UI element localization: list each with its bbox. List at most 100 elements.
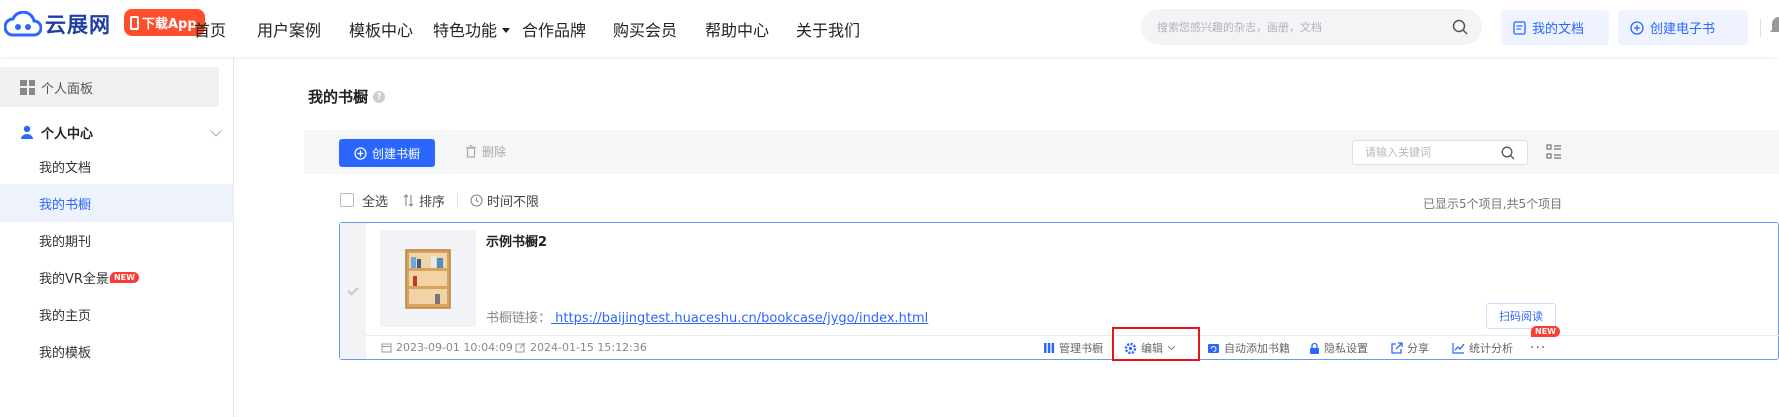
auto-add-icon: [1208, 343, 1219, 353]
bookshelf-icon: [405, 248, 451, 309]
manage-bookcase-action[interactable]: 管理书橱: [1043, 340, 1103, 356]
search-icon[interactable]: [1452, 19, 1468, 35]
sidebar-item-label: 我的VR全景: [39, 271, 109, 287]
sidebar-item-my-vr[interactable]: 我的VR全景 NEW: [0, 258, 233, 296]
auto-add-books-label: 自动添加书籍: [1224, 342, 1290, 355]
card-footer: 2023-09-01 10:04:09 2024-01-15 15:12:36 …: [366, 326, 1779, 361]
clock-icon: [470, 193, 483, 207]
nav-membership[interactable]: 购买会员: [613, 17, 677, 41]
create-bookcase-label: 创建书橱: [371, 146, 420, 161]
created-date: 2023-09-01 10:04:09: [381, 341, 513, 354]
bell-icon[interactable]: [1770, 15, 1779, 35]
site-search-input[interactable]: [1157, 9, 1437, 45]
dashboard-icon: [20, 79, 35, 95]
delete-button[interactable]: 删除: [465, 143, 506, 160]
nav-brands[interactable]: 合作品牌: [522, 17, 586, 41]
sidebar-item-label: 我的主页: [39, 308, 92, 324]
select-all-label[interactable]: 全选: [362, 191, 388, 210]
nav-features[interactable]: 特色功能: [433, 17, 511, 41]
sidebar-panel-label: 个人面板: [41, 81, 94, 97]
nav-home[interactable]: 首页: [194, 17, 226, 41]
nav-about[interactable]: 关于我们: [796, 17, 860, 41]
check-icon: [347, 283, 359, 296]
sort-icon[interactable]: [403, 193, 415, 207]
list-view-icon[interactable]: [1546, 144, 1562, 160]
sidebar-group-personal-center[interactable]: 个人中心: [20, 121, 222, 143]
nav-features-label: 特色功能: [433, 21, 498, 40]
my-docs-label: 我的文档: [1532, 22, 1585, 37]
privacy-settings-label: 隐私设置: [1324, 342, 1368, 355]
create-bookcase-button[interactable]: 创建书橱: [339, 139, 435, 167]
created-date-text: 2023-09-01 10:04:09: [396, 341, 513, 354]
filter-divider: [457, 193, 459, 207]
trash-icon: [466, 145, 476, 158]
statistics-action[interactable]: 统计分析: [1452, 340, 1513, 356]
share-action[interactable]: 分享: [1390, 340, 1429, 356]
help-icon[interactable]: ?: [373, 90, 386, 103]
edit-note-icon: [515, 342, 526, 353]
card-checkbox[interactable]: [340, 223, 366, 359]
sidebar-item-label: 我的模板: [39, 345, 92, 361]
more-actions-icon[interactable]: ...: [1530, 336, 1546, 352]
item-summary: 已显示5个项目,共5个项目: [1423, 197, 1563, 211]
sidebar-item-my-docs[interactable]: 我的文档: [0, 147, 233, 185]
edit-action[interactable]: 编辑: [1124, 340, 1176, 356]
updated-date: 2024-01-15 15:12:36: [515, 341, 647, 354]
sidebar-item-label: 我的期刊: [39, 234, 92, 250]
sidebar-item-label: 我的书橱: [39, 197, 92, 213]
sidebar: 个人面板 个人中心 我的文档 我的书橱 我的期刊 我的VR全景 NEW 我的主页…: [0, 57, 234, 417]
sidebar-center-label: 个人中心: [41, 126, 94, 142]
select-all-checkbox[interactable]: [340, 193, 354, 207]
auto-add-books-action[interactable]: 自动添加书籍: [1207, 340, 1290, 356]
chevron-down-icon: [1167, 345, 1176, 351]
sidebar-item-my-bookcase[interactable]: 我的书橱: [0, 184, 233, 222]
gear-icon: [1124, 342, 1137, 354]
document-icon: [1513, 20, 1526, 35]
my-docs-button[interactable]: 我的文档: [1501, 10, 1609, 45]
statistics-label: 统计分析: [1469, 342, 1513, 355]
brand-name: 云展网: [45, 13, 111, 37]
sidebar-item-my-templates[interactable]: 我的模板: [0, 332, 233, 370]
sidebar-item-panel[interactable]: 个人面板: [0, 67, 219, 107]
bookcase-cover[interactable]: [380, 230, 476, 327]
download-app-button[interactable]: 下载App: [124, 9, 205, 36]
nav-cases[interactable]: 用户案例: [257, 17, 321, 41]
bookcase-title[interactable]: 示例书橱2: [486, 231, 547, 250]
sidebar-item-my-homepage[interactable]: 我的主页: [0, 295, 233, 333]
delete-label: 删除: [482, 145, 507, 159]
user-icon: [21, 125, 33, 139]
line-chart-icon: [1452, 343, 1465, 354]
calendar-icon: [381, 343, 392, 353]
sort-label[interactable]: 排序: [419, 191, 445, 210]
search-icon[interactable]: [1501, 146, 1515, 160]
page-title-text: 我的书橱: [308, 88, 369, 106]
nav-help[interactable]: 帮助中心: [705, 17, 769, 41]
sidebar-item-label: 我的文档: [39, 160, 92, 176]
bookcase-card[interactable]: 示例书橱2 书橱链接： https://baijingtest.huaceshu…: [339, 222, 1779, 361]
lock-icon: [1310, 342, 1319, 354]
share-label: 分享: [1407, 342, 1429, 355]
plus-circle-icon: [1630, 20, 1644, 35]
share-icon: [1391, 341, 1403, 354]
nav-templates[interactable]: 模板中心: [349, 17, 413, 41]
create-ebook-button[interactable]: 创建电子书: [1618, 10, 1748, 45]
sidebar-item-my-periodicals[interactable]: 我的期刊: [0, 221, 233, 259]
site-logo[interactable]: 云展网: [4, 9, 111, 39]
keyword-input[interactable]: [1365, 141, 1495, 164]
create-ebook-label: 创建电子书: [1650, 22, 1716, 37]
privacy-settings-action[interactable]: 隐私设置: [1309, 340, 1368, 356]
top-header: 云展网 下载App 首页 用户案例 模板中心 特色功能 合作品牌 购买会员 帮助…: [0, 0, 1779, 57]
bookcase-bars-icon: [1044, 343, 1055, 353]
toolbar: 创建书橱 删除: [304, 130, 1779, 174]
updated-date-text: 2024-01-15 15:12:36: [530, 341, 647, 354]
page-title: 我的书橱 ?: [308, 86, 386, 107]
bookcase-link[interactable]: https://baijingtest.huaceshu.cn/bookcase…: [551, 311, 928, 326]
keyword-search: [1352, 140, 1528, 165]
filter-bar: 全选 排序 时间不限: [340, 190, 539, 210]
chevron-down-icon: [210, 125, 222, 137]
edit-label: 编辑: [1141, 342, 1163, 355]
time-filter[interactable]: 时间不限: [487, 191, 539, 210]
new-badge: NEW: [109, 271, 139, 283]
download-app-label: 下载App: [142, 17, 197, 32]
phone-icon: [130, 15, 139, 30]
